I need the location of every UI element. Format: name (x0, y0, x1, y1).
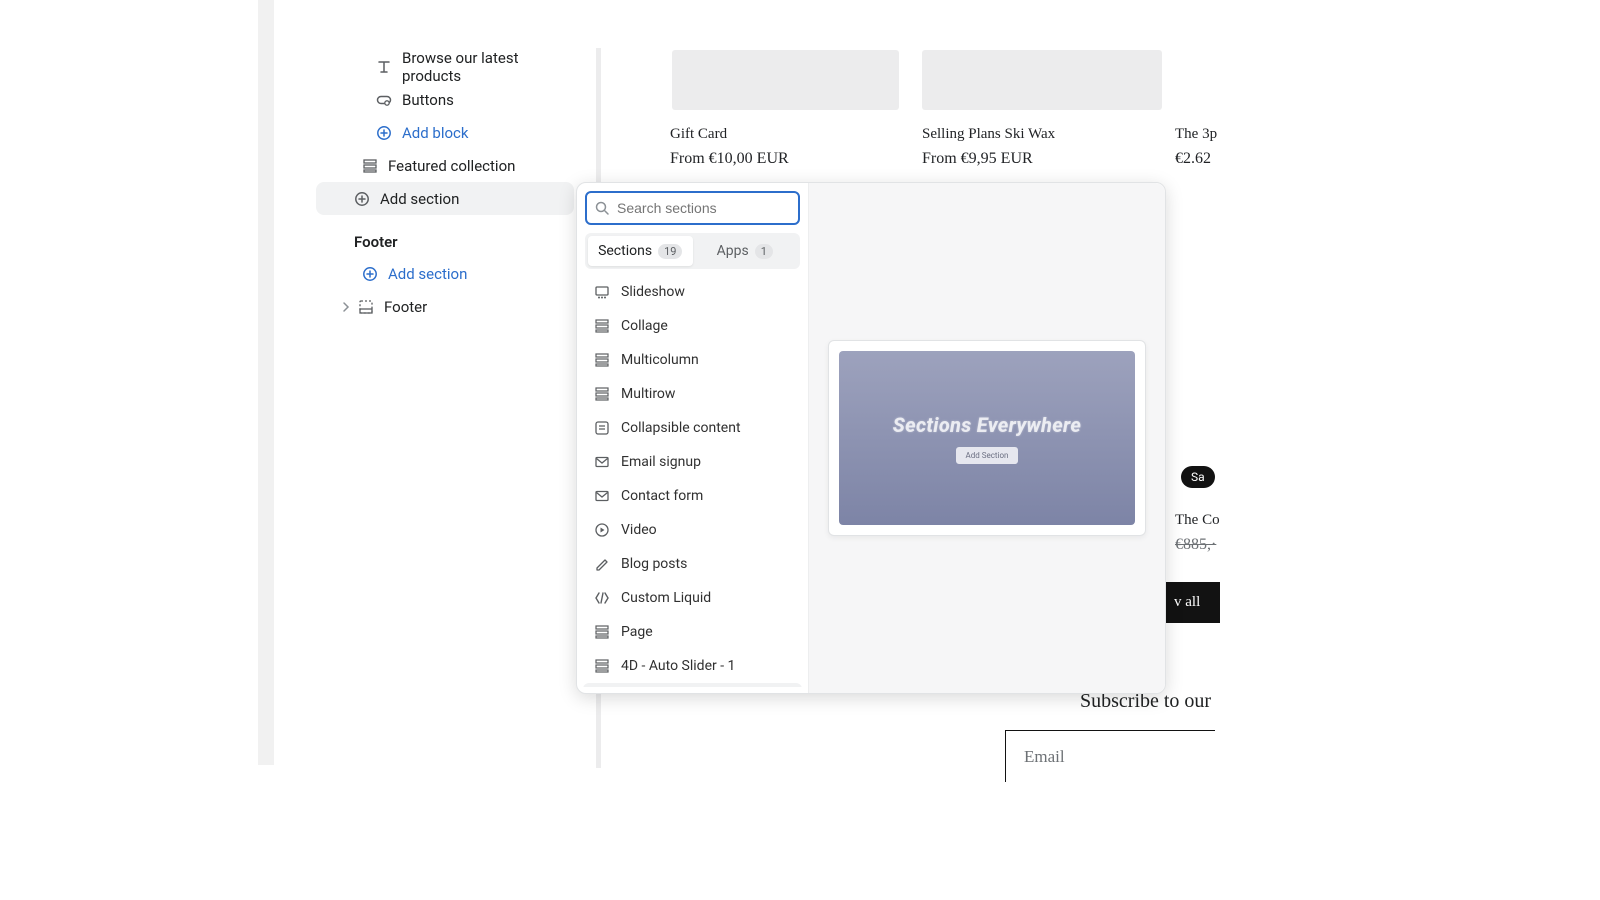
sidebar-item-label: Browse our latest products (402, 49, 574, 85)
section-option[interactable]: Page (583, 615, 802, 649)
section-option[interactable]: Multicolumn (583, 343, 802, 377)
button-icon (376, 92, 392, 108)
sidebar-item-featured-collection[interactable]: Featured collection (324, 149, 574, 182)
search-input[interactable] (585, 191, 800, 225)
blog-icon (593, 555, 611, 573)
product-title[interactable]: Selling Plans Ski Wax (922, 126, 1055, 143)
sidebar-item-label: Add block (402, 124, 469, 142)
section-icon (593, 351, 611, 369)
tab-count: 19 (658, 244, 682, 259)
sidebar-item-text-block[interactable]: Browse our latest products (324, 50, 574, 83)
section-option-label: Blog posts (621, 556, 687, 572)
chevron-right-icon (340, 301, 354, 313)
section-option-label: Email signup (621, 454, 701, 470)
search-wrap (585, 191, 800, 225)
preview-button: Add Section (956, 447, 1019, 464)
section-option-label: 4D - Auto Slider - 1 (621, 658, 735, 674)
sidebar-item-label: Featured collection (388, 157, 515, 175)
product-title[interactable]: Gift Card (670, 126, 727, 143)
sidebar-item-label: Add section (380, 190, 459, 208)
tab-label: Sections (598, 243, 652, 259)
sidebar-add-block[interactable]: Add block (324, 116, 574, 149)
sidebar-item-label: Footer (384, 298, 427, 316)
email-field[interactable]: Email (1005, 730, 1215, 782)
section-preview-image: Sections Everywhere Add Section (839, 351, 1135, 525)
sale-badge: Sa (1181, 466, 1215, 488)
section-option-label: Contact form (621, 488, 703, 504)
liquid-icon (593, 589, 611, 607)
section-option[interactable]: 4D - Video - 1 (583, 683, 802, 687)
tabs-segmented: Sections 19 Apps 1 (585, 233, 800, 269)
section-option[interactable]: Video (583, 513, 802, 547)
product-price: From €9,95 EUR (922, 150, 1033, 168)
preview-title: Sections Everywhere (893, 413, 1081, 437)
plus-circle-icon (362, 266, 378, 282)
section-option-label: Multirow (621, 386, 675, 402)
section-option[interactable]: Slideshow (583, 275, 802, 309)
tab-apps[interactable]: Apps 1 (693, 236, 798, 266)
section-option[interactable]: Email signup (583, 445, 802, 479)
section-option[interactable]: 4D - Auto Slider - 1 (583, 649, 802, 683)
footer-icon (358, 299, 374, 315)
email-icon (593, 453, 611, 471)
section-option[interactable]: Collapsible content (583, 411, 802, 445)
section-option-label: Video (621, 522, 657, 538)
tab-label: Apps (717, 243, 749, 259)
section-option-label: Collage (621, 318, 668, 334)
tab-sections[interactable]: Sections 19 (588, 236, 693, 266)
section-icon (593, 657, 611, 675)
tab-count: 1 (755, 244, 773, 259)
sidebar-add-section[interactable]: Add section (316, 182, 574, 215)
plus-circle-icon (354, 191, 370, 207)
sidebar-item-footer[interactable]: Footer (324, 290, 574, 323)
product-image-placeholder (672, 50, 899, 110)
collapsible-icon (593, 419, 611, 437)
sidebar-footer-add-section[interactable]: Add section (324, 257, 574, 290)
slideshow-icon (593, 283, 611, 301)
section-list[interactable]: Slideshow Collage Multicolumn Multirow Colla… (583, 275, 802, 687)
email-icon (593, 487, 611, 505)
email-placeholder: Email (1024, 747, 1065, 766)
section-icon (362, 158, 378, 174)
popover-preview-pane: Sections Everywhere Add Section (809, 183, 1165, 693)
sidebar-item-buttons-block[interactable]: Buttons (324, 83, 574, 116)
section-option-label: Multicolumn (621, 352, 699, 368)
window-gutter (258, 0, 274, 765)
plus-circle-icon (376, 125, 392, 141)
section-option[interactable]: Blog posts (583, 547, 802, 581)
view-all-button[interactable]: v all (1166, 582, 1220, 623)
product-price: From €10,00 EUR (670, 150, 789, 168)
product-price-compare: €885,· (1175, 536, 1216, 554)
text-icon (376, 59, 392, 75)
product-title[interactable]: The 3p (1175, 126, 1217, 143)
popover-left-column: Sections 19 Apps 1 Slideshow Collage Multi… (577, 183, 809, 693)
section-option-label: Page (621, 624, 653, 640)
theme-sidebar: Browse our latest products Buttons Add b… (324, 50, 574, 323)
section-option[interactable]: Contact form (583, 479, 802, 513)
section-option[interactable]: Multirow (583, 377, 802, 411)
product-image-placeholder (922, 50, 1162, 110)
section-icon (593, 385, 611, 403)
section-option-label: Slideshow (621, 284, 685, 300)
section-option-label: Custom Liquid (621, 590, 711, 606)
section-option[interactable]: Custom Liquid (583, 581, 802, 615)
section-preview-card: Sections Everywhere Add Section (828, 340, 1146, 536)
sidebar-item-label: Add section (388, 265, 467, 283)
video-icon (593, 521, 611, 539)
sidebar-group-footer: Footer (324, 233, 574, 251)
product-price: €2.62 (1175, 150, 1211, 168)
add-section-popover: Sections 19 Apps 1 Slideshow Collage Multi… (576, 182, 1166, 694)
product-title[interactable]: The Co (1175, 512, 1220, 529)
section-option[interactable]: Collage (583, 309, 802, 343)
sidebar-item-label: Buttons (402, 91, 454, 109)
section-icon (593, 317, 611, 335)
section-icon (593, 623, 611, 641)
section-option-label: Collapsible content (621, 420, 741, 436)
search-icon (594, 200, 610, 216)
